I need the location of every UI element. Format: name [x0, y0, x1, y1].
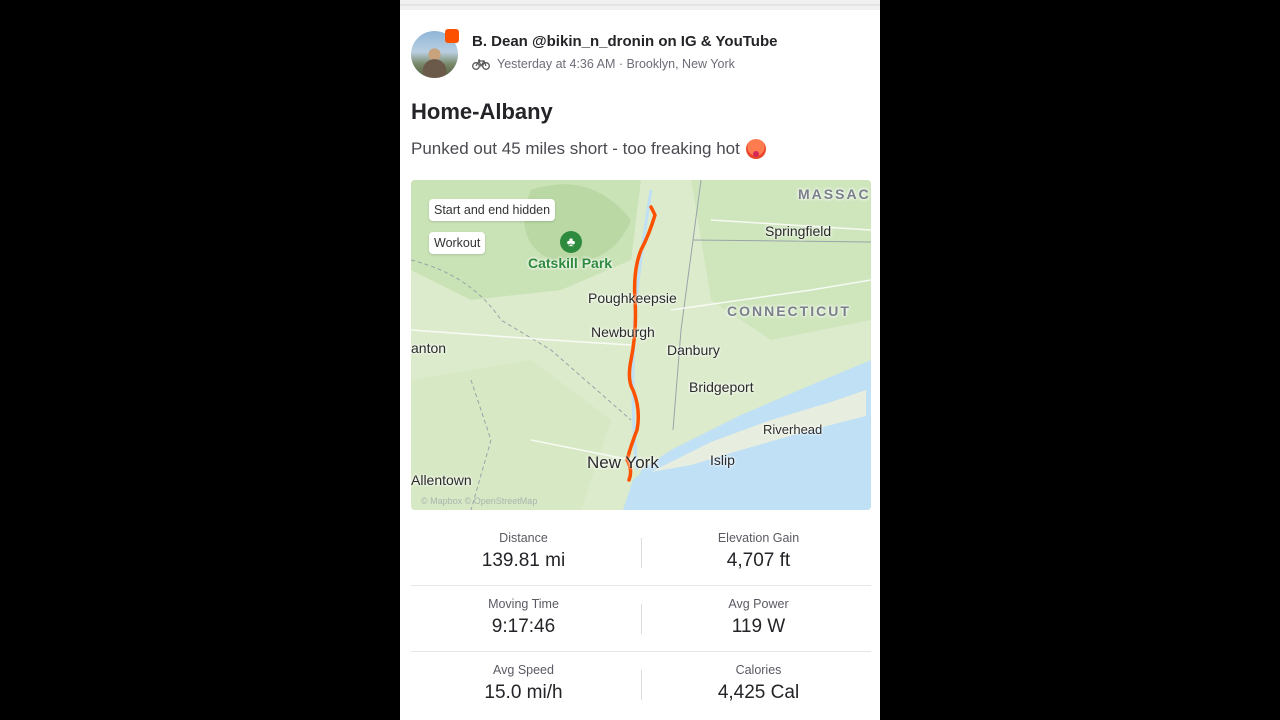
stat-value: 4,707 ft: [726, 550, 791, 571]
stat-divider: [641, 538, 642, 568]
map-attribution: © Mapbox © OpenStreetMap: [421, 496, 538, 506]
map-label-bridgeport: Bridgeport: [689, 379, 754, 395]
map-label-springfield: Springfield: [765, 223, 832, 239]
stat-label: Elevation Gain: [717, 531, 800, 545]
stat-value: 119 W: [731, 616, 786, 637]
stat-value: 9:17:46: [491, 616, 556, 637]
workout-chip[interactable]: Workout: [429, 232, 486, 254]
start-end-hidden-chip: Start and end hidden: [429, 199, 556, 221]
stats-row: Avg Speed 15.0 mi/h Calories 4,425 Cal: [411, 652, 871, 717]
post-timestamp-location: Yesterday at 4:36 AM · Brooklyn, New Yor…: [497, 57, 735, 71]
map-label-allentown: Allentown: [411, 472, 472, 488]
stat-distance: Distance 139.81 mi: [411, 520, 636, 572]
stat-elevation-gain: Elevation Gain 4,707 ft: [646, 520, 871, 572]
tree-icon: ♣: [560, 231, 582, 253]
stats-grid: Distance 139.81 mi Elevation Gain 4,707 …: [411, 520, 871, 717]
stat-label: Moving Time: [488, 597, 559, 611]
previous-card-edge: [400, 0, 880, 10]
map-label-connecticut: CONNECTICUT: [727, 303, 851, 319]
stat-divider: [641, 670, 642, 700]
stat-divider: [641, 604, 642, 634]
stat-value: 139.81 mi: [481, 550, 566, 571]
stat-value: 15.0 mi/h: [484, 682, 563, 703]
map-label-catskill: Catskill Park: [528, 255, 613, 271]
bike-icon: [472, 59, 490, 70]
stat-label: Avg Speed: [493, 663, 554, 677]
author-name[interactable]: B. Dean @bikin_n_dronin on IG & YouTube: [472, 33, 777, 50]
activity-description: Punked out 45 miles short - too freaking…: [411, 139, 766, 159]
map-label-islip: Islip: [710, 452, 735, 468]
subscriber-badge-icon: [445, 29, 459, 43]
route-map[interactable]: Start and end hidden Workout ♣ Catskill …: [411, 180, 871, 510]
map-label-new-york: New York: [587, 453, 659, 472]
stat-value: 4,425 Cal: [717, 682, 800, 703]
activity-title[interactable]: Home-Albany: [411, 99, 553, 125]
stat-calories: Calories 4,425 Cal: [646, 652, 871, 704]
map-label-poughkeepsie: Poughkeepsie: [588, 290, 677, 306]
stat-avg-power: Avg Power 119 W: [646, 586, 871, 638]
activity-card: B. Dean @bikin_n_dronin on IG & YouTube …: [400, 0, 880, 720]
map-label-massac: MASSAC: [798, 186, 871, 202]
stats-row: Moving Time 9:17:46 Avg Power 119 W: [411, 586, 871, 652]
stat-avg-speed: Avg Speed 15.0 mi/h: [411, 652, 636, 704]
description-text: Punked out 45 miles short - too freaking…: [411, 139, 740, 158]
stat-moving-time: Moving Time 9:17:46: [411, 586, 636, 638]
stat-label: Distance: [499, 531, 548, 545]
map-label-danbury: Danbury: [667, 342, 720, 358]
stat-label: Avg Power: [728, 597, 789, 611]
stats-row: Distance 139.81 mi Elevation Gain 4,707 …: [411, 520, 871, 586]
stat-label: Calories: [735, 663, 782, 677]
map-label-riverhead: Riverhead: [763, 422, 823, 437]
map-label-newburgh: Newburgh: [591, 324, 655, 340]
post-meta: Yesterday at 4:36 AM · Brooklyn, New Yor…: [472, 57, 735, 71]
map-label-scranton: anton: [411, 340, 447, 356]
hot-face-emoji-icon: [745, 139, 766, 159]
